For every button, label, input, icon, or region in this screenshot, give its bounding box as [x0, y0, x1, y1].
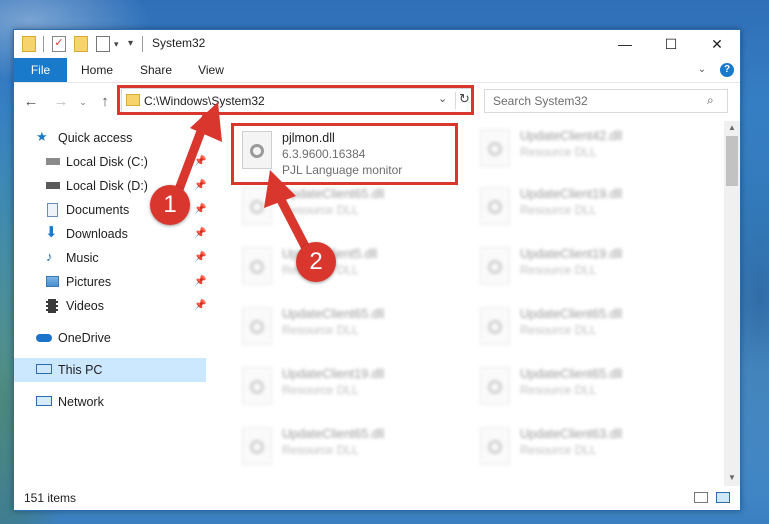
- annotation-arrows: [173, 102, 313, 257]
- arrow-step2: [275, 193, 313, 257]
- step-1-badge: 1: [150, 185, 190, 225]
- step-2-badge: 2: [296, 242, 336, 282]
